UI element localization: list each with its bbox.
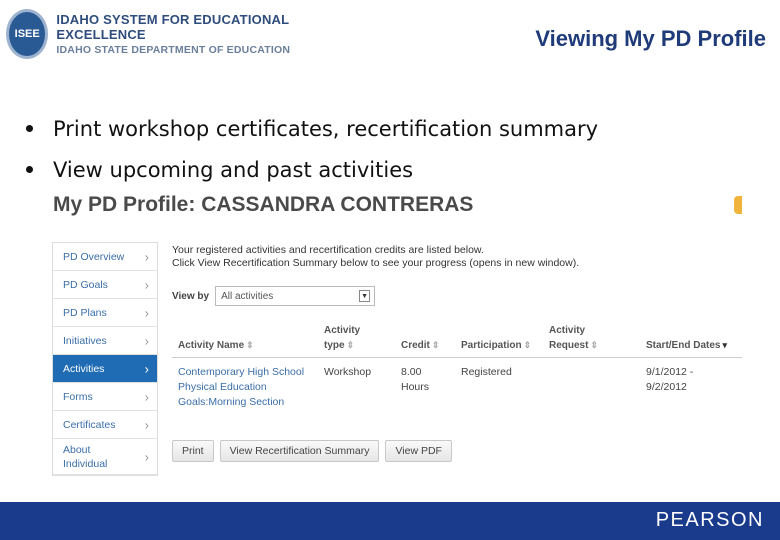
sort-icon: ⇕	[523, 340, 532, 350]
chevron-right-icon: ›	[144, 305, 149, 320]
sidebar-item-pd-plans[interactable]: PD Plans ›	[53, 299, 157, 327]
column-activity-request[interactable]: Activity Request ⇕	[549, 324, 613, 353]
chevron-right-icon: ›	[144, 389, 149, 404]
slide-title: Viewing My PD Profile	[535, 26, 766, 51]
isee-logo: ISEE IDAHO SYSTEM FOR EDUCATIONAL EXCELL…	[6, 8, 326, 60]
column-activity-name[interactable]: Activity Name ⇕	[178, 338, 254, 353]
sidebar-item-activities[interactable]: Activities ›	[53, 355, 157, 383]
bullet-dot-icon	[26, 166, 33, 173]
table-row: Contemporary High School Physical Educat…	[172, 358, 742, 418]
sort-icon: ⇕	[346, 340, 355, 350]
print-button[interactable]: Print	[172, 440, 214, 462]
sidebar-item-forms[interactable]: Forms ›	[53, 383, 157, 411]
intro-line: Click View Recertification Summary below…	[172, 257, 580, 269]
bullet-list: Print workshop certificates, recertifica…	[26, 108, 598, 190]
participation-cell: Registered	[461, 366, 512, 378]
intro-line: Your registered activities and recertifi…	[172, 244, 484, 256]
bullet-text: View upcoming and past activities	[53, 157, 414, 182]
state-seal-icon: ISEE	[6, 9, 49, 59]
cropped-badge	[734, 196, 742, 214]
profile-name: CASSANDRA CONTRERAS	[201, 193, 474, 216]
column-participation[interactable]: Participation ⇕	[461, 338, 531, 353]
column-start-end-dates[interactable]: Start/End Dates ▾	[646, 338, 727, 353]
profile-title-prefix: My PD Profile:	[53, 193, 196, 216]
view-by-value: All activities	[221, 290, 274, 302]
sidebar-item-label: PD Goals	[63, 278, 108, 291]
sidebar-item-label: About Individual	[63, 443, 108, 470]
chevron-right-icon: ›	[144, 249, 149, 264]
sidebar-item-label: Certificates	[63, 418, 116, 431]
sort-desc-icon: ▾	[722, 340, 727, 350]
pearson-logo: PEARSON	[655, 509, 764, 531]
view-by-filter: View by All activities ▼	[172, 286, 376, 306]
bullet-item: Print workshop certificates, recertifica…	[26, 108, 598, 149]
sidebar-item-about-individual[interactable]: About Individual ›	[53, 439, 157, 475]
action-buttons: Print View Recertification Summary View …	[172, 440, 458, 462]
pd-sidebar: PD Overview › PD Goals › PD Plans › Init…	[52, 242, 158, 476]
sort-icon: ⇕	[431, 340, 440, 350]
dates-cell: 9/1/2012 - 9/2/2012	[646, 366, 694, 393]
view-recertification-summary-button[interactable]: View Recertification Summary	[219, 440, 380, 462]
sidebar-item-certificates[interactable]: Certificates ›	[53, 411, 157, 439]
sidebar-item-initiatives[interactable]: Initiatives ›	[53, 327, 157, 355]
footer-bar: PEARSON	[0, 502, 780, 540]
dropdown-arrow-icon[interactable]: ▼	[359, 290, 371, 302]
activity-name-link[interactable]: Contemporary High School Physical Educat…	[178, 365, 314, 410]
activity-type-cell: Workshop	[324, 366, 372, 378]
intro-text: Your registered activities and recertifi…	[172, 244, 742, 270]
chevron-right-icon: ›	[144, 361, 149, 376]
view-by-select[interactable]: All activities ▼	[215, 286, 376, 306]
logo-subtitle: IDAHO STATE DEPARTMENT OF EDUCATION	[56, 44, 291, 56]
sidebar-item-pd-overview[interactable]: PD Overview ›	[53, 243, 157, 271]
chevron-right-icon: ›	[144, 417, 149, 432]
bullet-item: View upcoming and past activities	[26, 149, 598, 190]
logo-title: IDAHO SYSTEM FOR EDUCATIONAL EXCELLENCE	[56, 12, 290, 42]
sidebar-item-label: PD Plans	[63, 306, 107, 319]
bullet-text: Print workshop certificates, recertifica…	[53, 116, 599, 141]
view-pdf-button[interactable]: View PDF	[385, 440, 452, 462]
sidebar-item-label: Forms	[63, 390, 93, 403]
sort-icon: ⇕	[590, 340, 598, 350]
bullet-dot-icon	[26, 125, 33, 132]
column-activity-type[interactable]: Activity type ⇕	[324, 324, 384, 353]
profile-title: My PD Profile: CASSANDRA CONTRERAS	[53, 193, 473, 217]
table-header: Activity Name ⇕ Activity type ⇕ Credit ⇕ Pa…	[172, 320, 742, 358]
credit-cell: 8.00 Hours	[401, 366, 430, 393]
column-credit[interactable]: Credit ⇕	[401, 338, 439, 353]
sidebar-item-label: Initiatives	[63, 334, 107, 347]
chevron-right-icon: ›	[144, 333, 149, 348]
chevron-right-icon: ›	[144, 277, 149, 292]
sidebar-item-label: Activities	[63, 362, 105, 375]
activities-table: Activity Name ⇕ Activity type ⇕ Credit ⇕ Pa…	[172, 320, 742, 418]
sort-icon: ⇕	[246, 340, 254, 350]
activities-panel: Your registered activities and recertifi…	[172, 244, 742, 462]
sidebar-item-pd-goals[interactable]: PD Goals ›	[53, 271, 157, 299]
chevron-right-icon: ›	[144, 449, 149, 464]
sidebar-item-label: PD Overview	[63, 250, 125, 263]
view-by-label: View by	[172, 290, 210, 302]
